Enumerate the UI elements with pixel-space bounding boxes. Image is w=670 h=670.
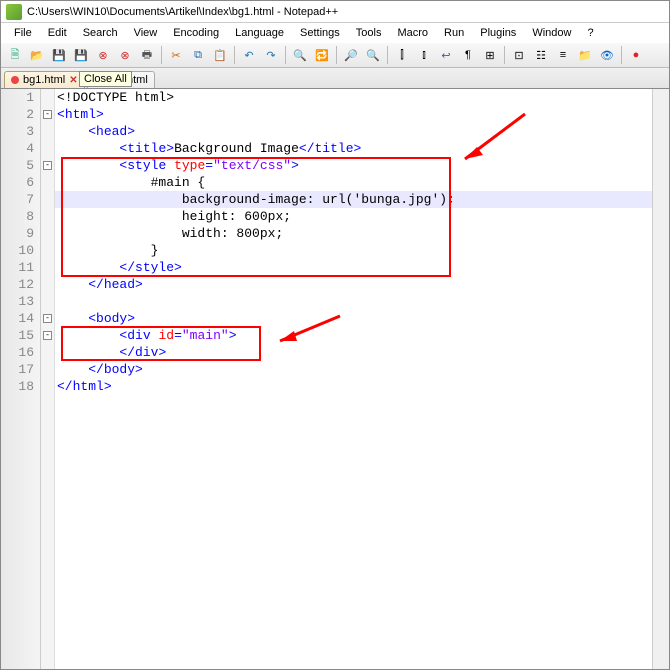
replace-icon[interactable]: 🔁 [312,45,332,65]
fold-toggle-icon[interactable]: - [43,331,52,340]
zoom-out-icon[interactable]: 🔍 [363,45,383,65]
folder-icon[interactable]: 📁 [575,45,595,65]
copy-icon[interactable]: ⧉ [188,45,208,65]
menu-tools[interactable]: Tools [348,25,390,41]
separator-5 [387,46,388,64]
fold-toggle-icon[interactable]: - [43,314,52,323]
sync-v-icon[interactable]: ⫿ [392,45,412,65]
tab-label: bg1.html [23,74,65,86]
menu-edit[interactable]: Edit [40,25,75,41]
fold-toggle-icon[interactable]: - [43,161,52,170]
window: C:\Users\WIN10\Documents\Artikel\Index\b… [0,0,670,670]
tab-bg1[interactable]: bg1.html ✕ [4,71,85,88]
menu-bar: File Edit Search View Encoding Language … [1,23,669,43]
menu-language[interactable]: Language [227,25,292,41]
paste-icon[interactable]: 📋 [210,45,230,65]
close-icon[interactable]: ⊗ [93,45,113,65]
app-icon [6,4,22,20]
close-all-icon[interactable]: ⊗ [115,45,135,65]
undo-icon[interactable]: ↶ [239,45,259,65]
record-icon[interactable]: ● [626,45,646,65]
menu-search[interactable]: Search [75,25,126,41]
zoom-in-icon[interactable]: 🔎 [341,45,361,65]
code-area[interactable]: <!DOCTYPE html> <html> <head> <title>Bac… [55,89,652,669]
menu-view[interactable]: View [126,25,166,41]
fold-gutter: - - - - [41,89,55,669]
editor-area[interactable]: 123 456 789 101112 131415 161718 - - - -… [1,89,669,669]
func-list-icon[interactable]: ≡ [553,45,573,65]
save-all-icon[interactable]: 💾 [71,45,91,65]
line-number-gutter: 123 456 789 101112 131415 161718 [1,89,41,669]
scrollbar-vertical[interactable] [652,89,669,669]
show-all-icon[interactable]: ¶ [458,45,478,65]
separator-1 [161,46,162,64]
menu-plugins[interactable]: Plugins [472,25,524,41]
tab-close-icon[interactable]: ✕ [69,75,77,86]
toolbar: 🗎 📂 💾 💾 ⊗ ⊗ 🖶 ✂ ⧉ 📋 ↶ ↷ 🔍 🔁 🔎 🔍 ⫿ ⫾ ↩ ¶ … [1,43,669,68]
menu-window[interactable]: Window [524,25,579,41]
monitor-icon[interactable]: 👁 [597,45,617,65]
indent-guide-icon[interactable]: ⊞ [480,45,500,65]
separator-2 [234,46,235,64]
menu-file[interactable]: File [6,25,40,41]
menu-encoding[interactable]: Encoding [165,25,227,41]
wrap-icon[interactable]: ↩ [436,45,456,65]
open-file-icon[interactable]: 📂 [27,45,47,65]
window-title: C:\Users\WIN10\Documents\Artikel\Index\b… [27,6,338,18]
separator-4 [336,46,337,64]
lang-icon[interactable]: ⊡ [509,45,529,65]
title-bar: C:\Users\WIN10\Documents\Artikel\Index\b… [1,1,669,23]
separator-3 [285,46,286,64]
menu-settings[interactable]: Settings [292,25,348,41]
tooltip-close-all: Close All [79,71,132,87]
menu-run[interactable]: Run [436,25,472,41]
separator-7 [621,46,622,64]
sync-h-icon[interactable]: ⫾ [414,45,434,65]
find-icon[interactable]: 🔍 [290,45,310,65]
redo-icon[interactable]: ↷ [261,45,281,65]
menu-macro[interactable]: Macro [389,25,436,41]
separator-6 [504,46,505,64]
new-file-icon[interactable]: 🗎 [5,45,25,65]
cut-icon[interactable]: ✂ [166,45,186,65]
fold-toggle-icon[interactable]: - [43,110,52,119]
tab-modified-icon [11,76,19,84]
menu-help[interactable]: ? [579,25,601,41]
doc-map-icon[interactable]: ☷ [531,45,551,65]
save-icon[interactable]: 💾 [49,45,69,65]
print-icon[interactable]: 🖶 [137,45,157,65]
